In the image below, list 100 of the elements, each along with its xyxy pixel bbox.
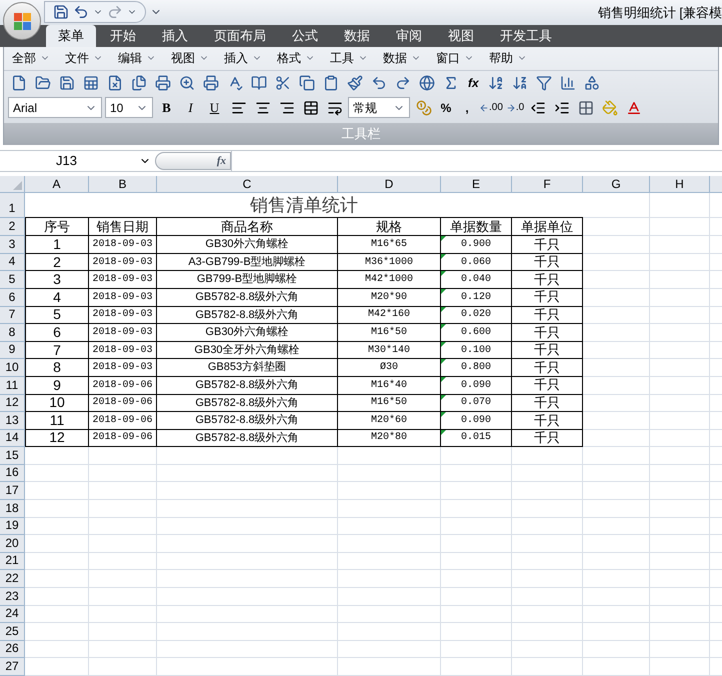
empty-cell[interactable] [512,518,583,536]
function-button[interactable]: fx [464,74,483,92]
empty-cell[interactable] [583,588,650,606]
empty-cell[interactable] [583,623,650,641]
empty-cell[interactable] [441,588,512,606]
format-button[interactable]: B [156,97,177,118]
column-header[interactable]: C [157,176,338,194]
ribbon-tab[interactable]: 数据 [332,24,382,47]
ribbon-tab[interactable]: 视图 [436,24,486,47]
menu-item[interactable]: 编辑 [114,49,160,68]
empty-cell[interactable] [512,464,583,482]
empty-cell[interactable] [512,623,583,641]
empty-cell[interactable] [650,535,710,553]
empty-cell[interactable] [650,254,710,272]
empty-cell[interactable] [512,570,583,588]
row-header[interactable]: 8 [0,324,25,342]
empty-cell[interactable] [650,658,710,676]
ribbon-tab[interactable]: 页面布局 [202,24,278,47]
empty-cell[interactable] [441,658,512,676]
empty-cell[interactable] [583,342,650,360]
empty-cell[interactable] [338,535,441,553]
empty-cell[interactable] [583,658,650,676]
ribbon-tab[interactable]: 开始 [98,24,148,47]
empty-cell[interactable] [650,447,710,465]
empty-cell[interactable] [583,218,650,236]
empty-cell[interactable] [441,640,512,658]
empty-cell[interactable] [89,535,157,553]
empty-cell[interactable] [441,606,512,624]
empty-cell[interactable] [338,640,441,658]
empty-cell[interactable] [583,518,650,536]
empty-cell[interactable] [157,623,338,641]
empty-cell[interactable] [89,640,157,658]
ribbon-tab[interactable]: 菜单 [46,24,96,47]
empty-cell[interactable] [441,623,512,641]
empty-cell[interactable] [650,236,710,254]
column-header[interactable]: F [512,176,583,194]
row-header[interactable]: 4 [0,254,25,272]
ribbon-tab[interactable]: 开发工具 [488,24,564,47]
column-header[interactable]: B [89,176,157,194]
empty-cell[interactable] [89,447,157,465]
row-header[interactable]: 16 [0,464,25,482]
empty-cell[interactable] [650,570,710,588]
menu-item[interactable]: 格式 [273,49,319,68]
number-format-button[interactable]: , [458,97,476,118]
empty-cell[interactable] [650,306,710,324]
empty-cell[interactable] [157,500,338,518]
empty-cell[interactable] [583,306,650,324]
empty-cell[interactable] [338,570,441,588]
empty-cell[interactable] [338,552,441,570]
menu-item[interactable]: 数据 [379,49,425,68]
row-header[interactable]: 9 [0,342,25,360]
empty-cell[interactable] [512,535,583,553]
ribbon-tab[interactable]: 审阅 [384,24,434,47]
row-header[interactable]: 17 [0,482,25,500]
empty-cell[interactable] [650,640,710,658]
empty-cell[interactable] [650,394,710,412]
empty-cell[interactable] [583,324,650,342]
empty-cell[interactable] [512,552,583,570]
empty-cell[interactable] [650,430,710,448]
empty-cell[interactable] [650,288,710,307]
menu-item[interactable]: 工具 [326,49,372,68]
number-format-button[interactable]: % [437,97,455,118]
empty-cell[interactable] [512,588,583,606]
empty-cell[interactable] [650,193,710,218]
empty-cell[interactable] [583,359,650,377]
empty-cell[interactable] [583,271,650,289]
empty-cell[interactable] [157,447,338,465]
empty-cell[interactable] [441,482,512,500]
empty-cell[interactable] [338,588,441,606]
empty-cell[interactable] [338,500,441,518]
ribbon-tab[interactable]: 公式 [280,24,330,47]
empty-cell[interactable] [650,412,710,430]
row-header[interactable]: 20 [0,535,25,553]
row-header[interactable]: 11 [0,376,25,394]
row-header[interactable]: 24 [0,606,25,624]
row-header[interactable]: 15 [0,447,25,465]
empty-cell[interactable] [583,447,650,465]
empty-cell[interactable] [157,658,338,676]
empty-cell[interactable] [441,447,512,465]
row-header[interactable]: 12 [0,394,25,412]
font-field[interactable]: Arial [8,97,102,118]
empty-cell[interactable] [338,447,441,465]
column-header[interactable]: D [338,176,441,194]
menu-item[interactable]: 文件 [61,49,107,68]
empty-cell[interactable] [89,658,157,676]
empty-cell[interactable] [89,623,157,641]
empty-cell[interactable] [157,464,338,482]
empty-cell[interactable] [157,640,338,658]
empty-cell[interactable] [512,482,583,500]
menu-item[interactable]: 视图 [167,49,213,68]
row-header[interactable]: 21 [0,552,25,570]
row-header[interactable]: 2 [0,218,25,236]
empty-cell[interactable] [89,500,157,518]
format-button[interactable]: U [204,97,225,118]
empty-cell[interactable] [157,588,338,606]
row-header[interactable]: 18 [0,500,25,518]
empty-cell[interactable] [441,570,512,588]
column-header[interactable]: E [441,176,512,194]
empty-cell[interactable] [650,376,710,394]
empty-cell[interactable] [583,394,650,412]
